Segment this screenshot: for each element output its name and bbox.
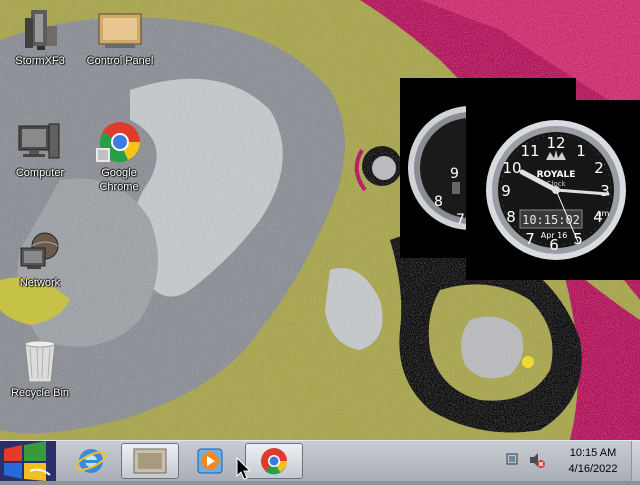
desktop-icon-label: Control Panel	[86, 55, 154, 67]
action-center-flag-icon[interactable]	[504, 451, 520, 467]
clock-numeral: 2	[594, 159, 604, 177]
desktop-icon-label: Computer	[15, 167, 65, 179]
clock-numeral: 9	[450, 166, 459, 182]
stormxf3-icon	[17, 8, 63, 52]
control-panel-icon	[97, 8, 143, 52]
desktop-icon-control-panel[interactable]: Control Panel	[80, 8, 160, 68]
clock-brand: ROYALE	[537, 170, 576, 180]
chrome-icon	[96, 120, 142, 164]
clock-numeral: 11	[520, 142, 539, 160]
window-icon	[133, 448, 167, 474]
windows-logo-icon	[0, 441, 56, 481]
taskbar-date: 4/16/2022	[568, 463, 618, 475]
clock-numeral: 8	[434, 194, 443, 210]
ie-icon	[75, 449, 107, 473]
desktop-icon-label: Recycle Bin	[10, 387, 70, 399]
clock-numeral: 7	[525, 230, 535, 248]
clock-gadget-front[interactable]: 12 1 2 3 4 5 6 7 8 9 10 11 ROYALE Clock …	[466, 100, 640, 280]
computer-icon	[17, 120, 63, 164]
taskbar-stormxf3[interactable]	[121, 443, 179, 479]
clock-numeral: 3	[600, 182, 610, 200]
desktop-icon-network[interactable]: Network	[0, 230, 80, 290]
mouse-cursor-icon	[236, 457, 252, 480]
clock-date: Apr 16	[541, 231, 568, 240]
desktop-icon-computer[interactable]: Computer	[0, 120, 80, 180]
clock-numeral: 7	[456, 212, 465, 228]
clock-numeral: 10	[502, 159, 521, 177]
recycle-bin-icon	[17, 340, 63, 384]
clock-numeral: 8	[506, 208, 516, 226]
clock-ampm: am	[597, 209, 610, 218]
desktop-icon-stormxf3[interactable]: StormXF3	[0, 8, 80, 68]
taskbar-clock[interactable]: 10:15 AM 4/16/2022	[558, 445, 628, 477]
desktop-icon-label: Network	[19, 277, 61, 289]
desktop-icon-recycle-bin[interactable]: Recycle Bin	[0, 340, 80, 400]
desktop-icon-google-chrome[interactable]: Google Chrome	[79, 120, 159, 194]
taskbar-google-chrome[interactable]	[245, 443, 303, 479]
desktop-icon-label: StormXF3	[15, 55, 65, 67]
start-button[interactable]	[0, 441, 56, 481]
clock-numeral: 1	[576, 142, 586, 160]
chrome-icon	[261, 448, 287, 475]
taskbar-time: 10:15 AM	[569, 447, 617, 459]
desktop-icon-label: Google Chrome	[99, 167, 139, 193]
clock-numeral: 5	[573, 230, 583, 248]
volume-muted-icon[interactable]	[528, 451, 546, 469]
show-desktop-button[interactable]	[631, 441, 640, 481]
taskbar-windows-media-player[interactable]	[181, 443, 239, 479]
taskbar-internet-explorer[interactable]	[62, 443, 120, 479]
clock-numeral: 9	[501, 182, 511, 200]
system-tray: 10:15 AM 4/16/2022	[500, 441, 640, 481]
clock-numeral: 12	[546, 134, 565, 152]
media-player-icon	[197, 448, 223, 474]
taskbar: 10:15 AM 4/16/2022	[0, 440, 640, 481]
network-icon	[17, 230, 63, 274]
